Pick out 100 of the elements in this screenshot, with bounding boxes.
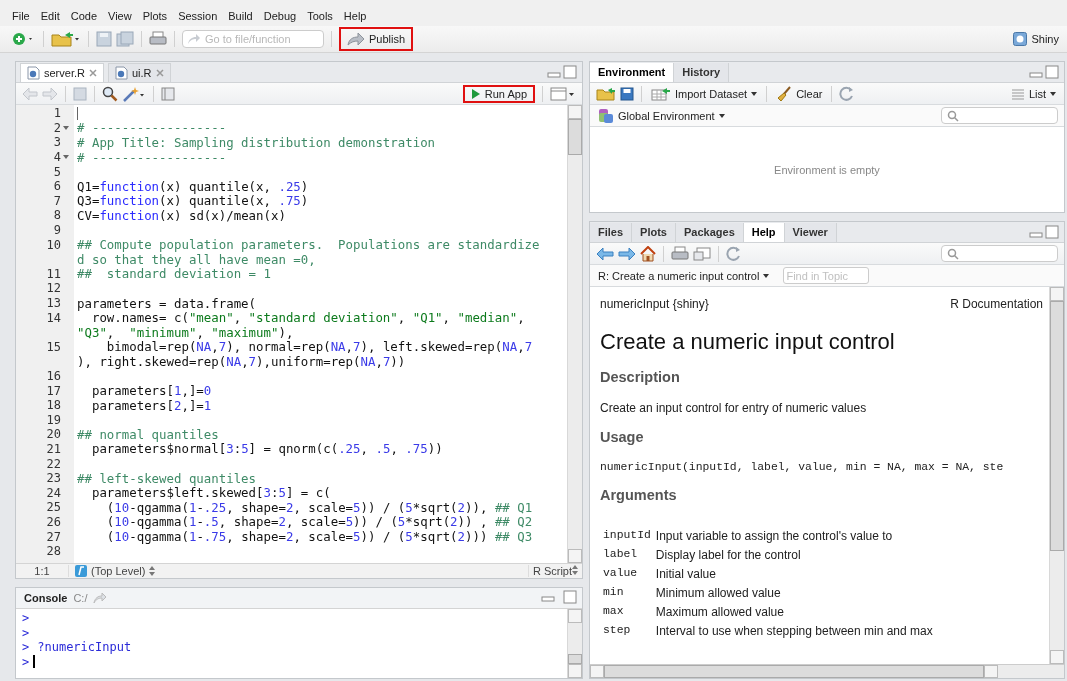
menu-item[interactable]: File <box>12 10 30 26</box>
argument-description: Maximum allowed value <box>655 605 785 619</box>
forward-arrow-icon[interactable] <box>93 592 108 604</box>
maximize-pane-icon[interactable] <box>1045 225 1059 239</box>
menu-item[interactable]: Debug <box>263 10 297 26</box>
file-tab[interactable]: server.R <box>20 63 104 82</box>
menu-item[interactable]: Tools <box>307 10 333 26</box>
find-in-topic-field[interactable]: Find in Topic <box>783 267 870 284</box>
menu-item[interactable]: Help <box>343 10 367 26</box>
forward-arrow-icon[interactable] <box>42 86 58 101</box>
scrollbar[interactable] <box>567 609 582 678</box>
back-arrow-icon[interactable] <box>22 86 38 101</box>
publish-button[interactable]: Publish <box>339 27 414 51</box>
pane-tab[interactable]: Help <box>743 223 785 242</box>
magic-wand-icon[interactable] <box>122 85 146 102</box>
go-to-file-field[interactable]: Go to file/function <box>182 30 324 48</box>
menu-item[interactable]: Session <box>178 10 218 26</box>
menu-item[interactable]: Build <box>228 10 253 26</box>
search-field[interactable] <box>941 107 1058 124</box>
topic-selector[interactable]: R: Create a numeric input control <box>596 268 772 283</box>
pane-tab[interactable]: Packages <box>676 223 744 242</box>
argument-description: Initial value <box>655 567 717 581</box>
empty-message: Environment is empty <box>774 163 880 176</box>
notebook-icon[interactable] <box>161 86 175 101</box>
layout-dropdown-icon[interactable] <box>550 86 576 101</box>
pane-tab[interactable]: Plots <box>632 223 676 242</box>
code-line: parameters$normal[3:5] = qnorm(c(.25, .5, .75)) <box>90 441 443 457</box>
table-import-icon <box>651 86 671 101</box>
code-line: Q1=function(x) quantile(x, .25) <box>77 178 309 194</box>
argument-description: Display label for the control <box>655 548 802 562</box>
up-down-caret-icon <box>572 565 578 575</box>
line-number: 18 <box>46 398 61 413</box>
refresh-icon[interactable] <box>726 245 742 262</box>
description-text: Create an input control for entry of numeric values <box>600 401 868 415</box>
clear-button[interactable]: Clear <box>774 84 825 103</box>
import-dataset-button[interactable]: Import Dataset <box>649 85 760 102</box>
close-icon[interactable] <box>155 69 164 77</box>
line-number: 13 <box>46 296 61 310</box>
print-icon[interactable] <box>149 31 167 47</box>
code-line: parameters$left.skewed[3:5] = c( <box>90 485 331 501</box>
search-icon[interactable] <box>102 85 118 102</box>
argument-name: inputId <box>603 529 651 543</box>
code-line: (10-qgamma(1-.25, shape=2, scale=5)) / (5*sqrt(2)), ## Q1 <box>106 499 533 515</box>
code-line: # ------------------ <box>77 120 227 136</box>
code-line: parameters = data.frame( <box>77 295 257 311</box>
menu-item[interactable]: Plots <box>142 10 168 26</box>
search-icon <box>947 247 959 260</box>
fold-icon[interactable] <box>63 155 69 160</box>
scope-selector[interactable]: (Top Level) <box>69 565 156 577</box>
folder-icon[interactable] <box>596 86 616 101</box>
project-icon <box>1013 32 1028 46</box>
close-icon[interactable] <box>88 69 97 77</box>
horizontal-scrollbar[interactable] <box>590 664 1064 678</box>
maximize-pane-icon[interactable] <box>563 589 577 604</box>
popout-window-icon[interactable] <box>693 246 711 261</box>
menu-item[interactable]: Code <box>70 10 97 26</box>
console-prompt: > <box>22 640 30 655</box>
pane-tab[interactable]: Viewer <box>784 223 837 242</box>
menu-item[interactable]: View <box>108 10 132 26</box>
line-number: 14 <box>46 310 61 325</box>
play-icon <box>470 87 481 100</box>
pane-tab[interactable]: Environment <box>590 63 675 82</box>
folder-icon[interactable] <box>51 31 81 47</box>
argument-description: Minimum allowed value <box>655 586 782 600</box>
project-button[interactable]: Shiny <box>1011 31 1061 47</box>
save-icon[interactable] <box>620 86 634 101</box>
file-type-selector[interactable]: R Script <box>527 565 582 577</box>
menu-item[interactable]: Edit <box>40 10 60 26</box>
scrollbar[interactable] <box>567 105 582 563</box>
code-line: d so that they all have mean =0, <box>77 251 316 267</box>
back-arrow-icon[interactable] <box>596 246 614 261</box>
maximize-pane-icon[interactable] <box>563 65 577 79</box>
line-number: 8 <box>53 208 61 223</box>
maximize-pane-icon[interactable] <box>1045 65 1059 79</box>
package-label: numericInput {shiny} <box>600 297 709 311</box>
home-icon[interactable] <box>640 245 656 262</box>
search-field[interactable] <box>941 245 1058 262</box>
save-all-icon[interactable] <box>116 31 134 47</box>
caret-icon <box>751 91 758 96</box>
argument-name: value <box>603 567 639 581</box>
print-icon[interactable] <box>671 245 689 262</box>
file-tab[interactable]: ui.R <box>107 63 171 82</box>
pane-tab[interactable]: History <box>674 63 730 82</box>
line-number: 23 <box>46 471 61 486</box>
code-line: (10-qgamma(1-.75, shape=2, scale=5)) / (5*sqrt(2))) ## Q3 <box>105 529 533 544</box>
arrow-icon <box>187 33 201 45</box>
forward-arrow-icon[interactable] <box>618 246 636 261</box>
view-mode-button[interactable]: List <box>1008 86 1058 101</box>
console-prompt: > <box>22 611 30 626</box>
pane-tab[interactable]: Files <box>590 223 633 242</box>
line-number: 21 <box>46 441 61 456</box>
run-app-button[interactable]: Run App <box>462 84 535 103</box>
line-number: 28 <box>46 544 61 559</box>
code-line: ## left-skewed quantiles <box>77 470 257 486</box>
r-file-icon <box>27 66 40 80</box>
refresh-icon[interactable] <box>839 85 856 102</box>
section-heading: Arguments <box>600 487 678 503</box>
line-number: 1 <box>53 106 61 121</box>
scrollbar[interactable] <box>1049 287 1064 664</box>
fold-icon[interactable] <box>63 125 69 130</box>
